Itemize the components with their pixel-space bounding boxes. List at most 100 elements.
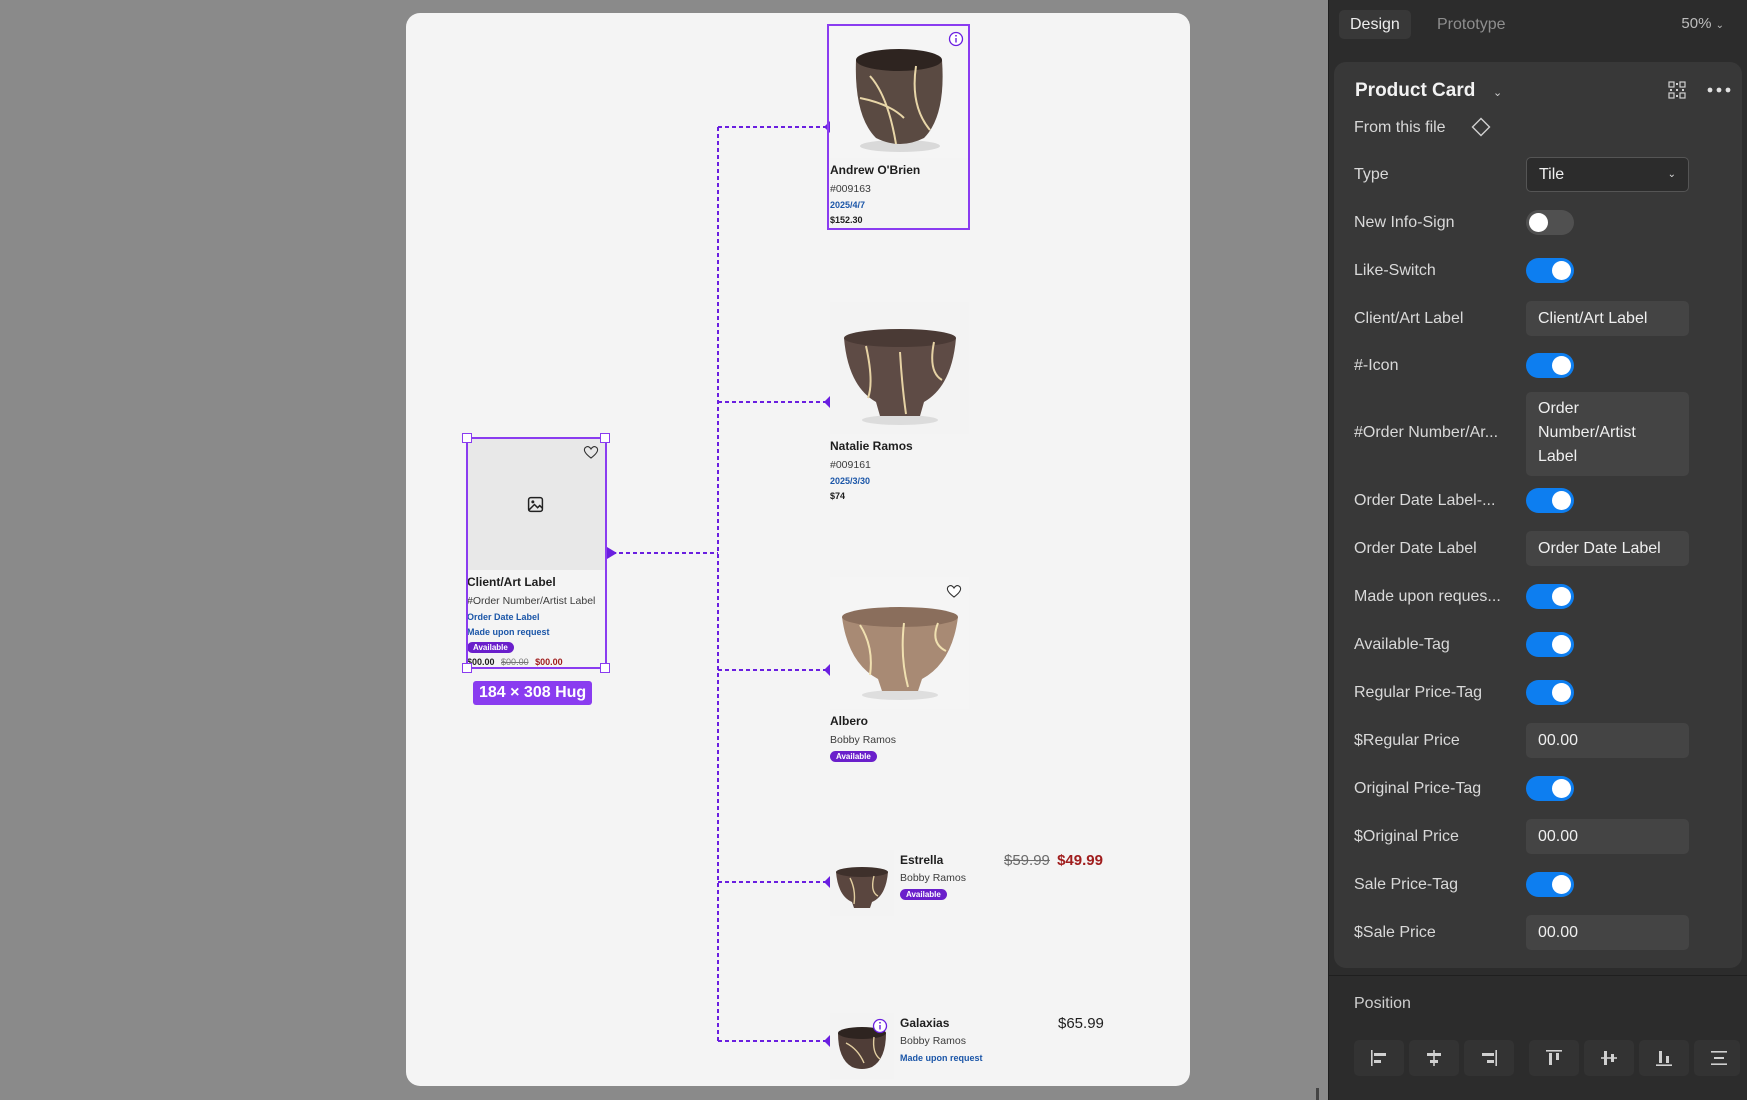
prop-sale-price-field[interactable]: 00.00 — [1526, 915, 1689, 950]
design-canvas[interactable]: Client/Art Label #Order Number/Artist La… — [0, 0, 1328, 1100]
component-grid-icon[interactable] — [1668, 81, 1686, 99]
component-name[interactable]: Product Card — [1355, 80, 1475, 102]
variant-card-galaxias[interactable]: Galaxias Bobby Ramos Made upon request $… — [830, 1013, 1113, 1079]
info-icon[interactable] — [948, 31, 964, 47]
variant-card-estrella[interactable]: Estrella Bobby Ramos Available $59.99 $4… — [830, 850, 1113, 916]
prop-available-tag-toggle[interactable] — [1526, 632, 1574, 657]
size-badge: 184 × 308 Hug — [473, 681, 593, 705]
prop-order-date-toggle[interactable] — [1526, 488, 1574, 513]
prop-type-select[interactable]: Tile ⌄ — [1526, 157, 1689, 192]
info-icon[interactable] — [872, 1018, 888, 1034]
align-bottom-button[interactable] — [1639, 1040, 1689, 1076]
prop-available-tag-label: Available-Tag — [1354, 636, 1450, 653]
prop-new-info-sign-toggle[interactable] — [1526, 210, 1574, 235]
prop-client-art-label: Client/Art Label — [1354, 310, 1464, 327]
order-number: #009161 — [830, 459, 871, 471]
image-icon — [527, 496, 544, 513]
position-section-label: Position — [1354, 995, 1411, 1012]
section-divider — [1329, 975, 1747, 976]
prop-regular-price-tag-toggle[interactable] — [1526, 680, 1574, 705]
artist-name: Bobby Ramos — [900, 872, 966, 884]
toggle-knob — [1552, 635, 1571, 654]
client-name: Andrew O'Brien — [830, 163, 921, 177]
component-diamond-icon[interactable] — [1471, 117, 1491, 137]
zoom-control[interactable]: 50% ⌄ — [1681, 15, 1724, 32]
client-name: Natalie Ramos — [830, 439, 913, 453]
align-top-icon — [1546, 1050, 1562, 1065]
resize-handle-br[interactable] — [600, 663, 610, 673]
resize-handle-tl[interactable] — [462, 433, 472, 443]
align-bottom-icon — [1656, 1051, 1672, 1066]
made-upon-request-label: Made upon request — [467, 627, 550, 637]
chevron-down-icon[interactable]: ⌄ — [1493, 86, 1502, 99]
prop-original-price-tag-label: Original Price-Tag — [1354, 780, 1482, 797]
prop-order-number-field[interactable]: Order Number/Artist Label — [1526, 392, 1689, 476]
price: $152.30 — [830, 215, 863, 225]
heart-icon[interactable] — [583, 444, 599, 460]
prop-original-price-field[interactable]: 00.00 — [1526, 819, 1689, 854]
prop-sale-price-label: $Sale Price — [1354, 924, 1436, 941]
align-center-v-button[interactable] — [1584, 1040, 1634, 1076]
properties-panel: Design Prototype 50% ⌄ Product Card ⌄ Fr… — [1328, 0, 1747, 1100]
prop-order-date-label: Order Date Label — [1354, 540, 1477, 557]
align-left-icon — [1371, 1050, 1386, 1066]
prop-sale-price-tag-label: Sale Price-Tag — [1354, 876, 1459, 893]
available-tag: Available — [900, 889, 947, 900]
toggle-knob — [1552, 683, 1571, 702]
bowl-image — [830, 302, 969, 434]
toggle-knob — [1552, 779, 1571, 798]
prop-sale-price-tag-toggle[interactable] — [1526, 872, 1574, 897]
align-center-h-icon — [1427, 1050, 1441, 1066]
toggle-knob — [1529, 213, 1548, 232]
prop-hash-icon-label: #-Icon — [1354, 357, 1399, 374]
prop-like-switch-toggle[interactable] — [1526, 258, 1574, 283]
prop-client-art-field[interactable]: Client/Art Label — [1526, 301, 1689, 336]
chevron-down-icon: ⌄ — [1667, 169, 1676, 180]
variant-card-natalie[interactable]: Natalie Ramos #009161 2025/3/30 $74 — [830, 302, 969, 504]
toggle-knob — [1552, 261, 1571, 280]
price-row: $00.00 $00.00 $00.00 — [467, 657, 563, 667]
master-product-card[interactable]: Client/Art Label #Order Number/Artist La… — [467, 438, 606, 668]
prop-order-date-toggle-label: Order Date Label-... — [1354, 492, 1496, 509]
prop-order-number-label: #Order Number/Ar... — [1354, 424, 1499, 441]
art-name: Galaxias — [900, 1016, 950, 1030]
prop-type-value: Tile — [1539, 166, 1565, 183]
order-date: 2025/3/30 — [830, 476, 871, 486]
available-tag: Available — [830, 751, 877, 762]
resize-handle-bl[interactable] — [462, 663, 472, 673]
canvas-scrollbar[interactable] — [1316, 1088, 1319, 1100]
resize-handle-tr[interactable] — [600, 433, 610, 443]
prop-order-date-field[interactable]: Order Date Label — [1526, 531, 1689, 566]
prop-type-label: Type — [1354, 166, 1389, 183]
align-center-v-icon — [1601, 1051, 1617, 1065]
align-top-button[interactable] — [1529, 1040, 1579, 1076]
toggle-knob — [1552, 491, 1571, 510]
prop-regular-price-tag-label: Regular Price-Tag — [1354, 684, 1483, 701]
heart-icon[interactable] — [946, 583, 962, 599]
art-name: Estrella — [900, 853, 944, 867]
price: $74 — [830, 491, 846, 501]
prop-original-price-tag-toggle[interactable] — [1526, 776, 1574, 801]
align-right-button[interactable] — [1464, 1040, 1514, 1076]
artist-name: Bobby Ramos — [830, 734, 896, 746]
prop-hash-icon-toggle[interactable] — [1526, 353, 1574, 378]
align-center-h-button[interactable] — [1409, 1040, 1459, 1076]
distribute-button[interactable] — [1694, 1040, 1740, 1076]
original-price: $00.00 — [501, 657, 529, 667]
tab-prototype[interactable]: Prototype — [1426, 10, 1516, 39]
component-source: From this file — [1354, 119, 1446, 136]
prop-regular-price-field[interactable]: 00.00 — [1526, 723, 1689, 758]
align-left-button[interactable] — [1354, 1040, 1404, 1076]
more-options-icon[interactable] — [1707, 87, 1731, 93]
artist-name: Bobby Ramos — [900, 1035, 966, 1047]
variant-card-albero[interactable]: Albero Bobby Ramos Available — [830, 577, 969, 767]
order-date-label: Order Date Label — [467, 612, 540, 622]
tab-design[interactable]: Design — [1339, 10, 1411, 39]
variant-card-andrew[interactable]: Andrew O'Brien #009163 2025/4/7 $152.30 — [830, 26, 969, 228]
toggle-knob — [1552, 875, 1571, 894]
sale-price: $00.00 — [535, 657, 563, 667]
prop-new-info-sign-label: New Info-Sign — [1354, 214, 1455, 231]
prop-made-upon-request-toggle[interactable] — [1526, 584, 1574, 609]
sale-price: $49.99 — [1057, 852, 1103, 869]
art-name: Albero — [830, 714, 869, 728]
